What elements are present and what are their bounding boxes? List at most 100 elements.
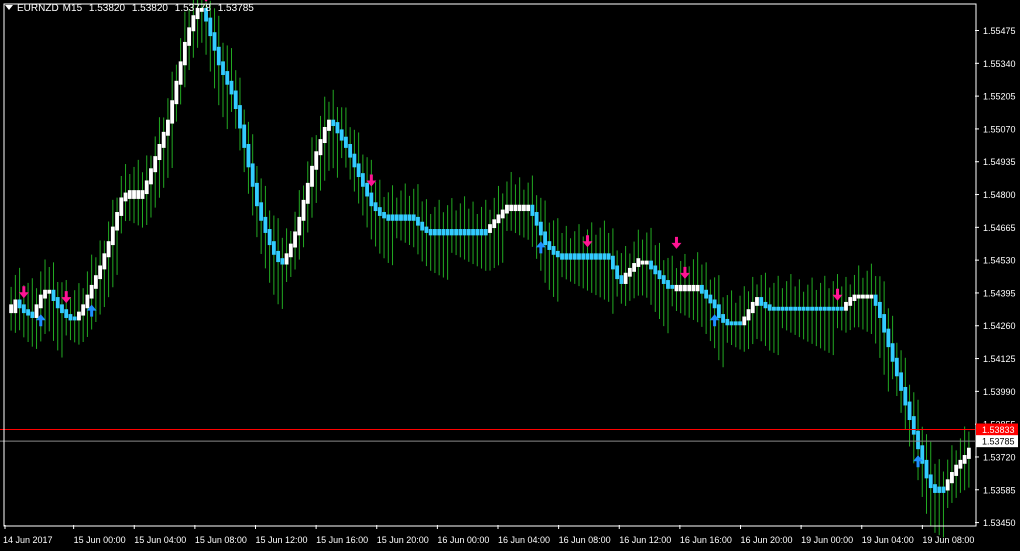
candle-body bbox=[382, 212, 386, 219]
candle-body bbox=[530, 204, 535, 216]
candle-body bbox=[445, 229, 450, 236]
candle-body bbox=[140, 190, 145, 199]
candle-body bbox=[437, 229, 442, 236]
candle-body bbox=[517, 204, 522, 212]
candle-body bbox=[814, 306, 819, 311]
candle-body bbox=[708, 294, 713, 304]
candle-body bbox=[509, 204, 514, 212]
ask-price-tag-label: 1.53833 bbox=[982, 425, 1015, 435]
price-tick-label: 1.54665 bbox=[983, 223, 1016, 233]
candle-body bbox=[288, 243, 293, 258]
candle-body bbox=[331, 119, 336, 127]
price-tick-label: 1.53990 bbox=[983, 387, 1016, 397]
candle-body bbox=[174, 80, 179, 105]
candle-body bbox=[818, 306, 823, 311]
candle-body bbox=[568, 253, 573, 260]
price-tags: 1.53833 1.53785 bbox=[976, 423, 1018, 448]
candle-body bbox=[716, 304, 721, 318]
candle-body bbox=[560, 253, 564, 260]
candle-body bbox=[187, 27, 192, 46]
candle-body bbox=[772, 306, 776, 311]
price-chart[interactable]: 1.55475 1.55340 1.55205 1.55070 1.54935 1.548… bbox=[0, 0, 1020, 551]
candle-body bbox=[657, 270, 662, 280]
candle-body bbox=[581, 253, 586, 260]
candle-body bbox=[636, 258, 641, 267]
candle-body bbox=[729, 321, 734, 326]
open-value: 1.53820 bbox=[88, 3, 126, 14]
candle-body bbox=[492, 219, 497, 229]
candle-body bbox=[327, 119, 331, 131]
candle-body bbox=[712, 299, 717, 309]
candle-body bbox=[835, 306, 840, 311]
candle-body bbox=[441, 229, 446, 236]
candle-body bbox=[30, 311, 35, 318]
candle-body bbox=[424, 226, 429, 233]
low-value: 1.53778 bbox=[174, 3, 211, 14]
price-tick-label: 1.55475 bbox=[983, 26, 1016, 36]
candle-body bbox=[161, 131, 166, 148]
candle-body bbox=[742, 316, 747, 326]
candle-body bbox=[365, 182, 370, 197]
candle-body bbox=[166, 119, 170, 136]
candle-body bbox=[454, 229, 459, 236]
candle-body bbox=[780, 306, 785, 311]
candle-body bbox=[513, 204, 518, 212]
time-tick-label: 16 Jun 08:00 bbox=[559, 535, 611, 545]
candle-body bbox=[962, 455, 967, 464]
candle-body bbox=[377, 207, 382, 216]
candle-body bbox=[788, 306, 793, 311]
candle-body bbox=[420, 221, 425, 231]
candle-body bbox=[68, 314, 73, 321]
candle-body bbox=[225, 71, 230, 85]
candle-body bbox=[822, 306, 827, 311]
candle-body bbox=[403, 214, 408, 221]
candle-body bbox=[276, 250, 281, 263]
candle-body bbox=[407, 214, 412, 221]
candle-body bbox=[954, 464, 959, 476]
candle-body bbox=[687, 284, 692, 292]
candle-body bbox=[733, 321, 738, 326]
candle-body bbox=[233, 90, 238, 109]
candle-body bbox=[263, 216, 268, 233]
candle-body bbox=[865, 294, 870, 299]
time-tick-label: 15 Jun 00:00 bbox=[74, 535, 126, 545]
candle-body bbox=[937, 486, 942, 493]
time-tick-label: 19 Jun 00:00 bbox=[801, 535, 853, 545]
time-tick-label: 16 Jun 12:00 bbox=[619, 535, 671, 545]
candle-body bbox=[653, 265, 658, 275]
symbol-label: EURNZD bbox=[17, 3, 59, 14]
time-tick-label: 16 Jun 04:00 bbox=[498, 535, 550, 545]
candle-body bbox=[538, 221, 543, 236]
candle-body bbox=[903, 386, 908, 406]
candle-body bbox=[47, 289, 52, 294]
candle-body bbox=[873, 294, 878, 306]
candle-body bbox=[505, 204, 509, 214]
candle-body bbox=[110, 226, 115, 246]
candle-body bbox=[598, 253, 603, 260]
time-tick-label: 15 Jun 16:00 bbox=[316, 535, 368, 545]
candle-body bbox=[852, 294, 857, 301]
candle-body bbox=[191, 15, 196, 32]
candle-body bbox=[691, 284, 696, 292]
candle-body bbox=[619, 275, 624, 284]
candle-body bbox=[293, 231, 297, 248]
candle-body bbox=[399, 214, 403, 221]
chart-window[interactable]: 1.55475 1.55340 1.55205 1.55070 1.54935 1.548… bbox=[0, 0, 1020, 551]
candle-body bbox=[98, 265, 103, 280]
candle-body bbox=[797, 306, 802, 311]
candle-body bbox=[72, 316, 77, 321]
candle-body bbox=[844, 301, 848, 311]
candle-body bbox=[132, 190, 136, 199]
time-tick-label: 15 Jun 20:00 bbox=[377, 535, 429, 545]
candle-body bbox=[534, 212, 539, 226]
candle-body bbox=[144, 180, 149, 195]
candle-body bbox=[416, 216, 420, 226]
candle-body bbox=[284, 253, 289, 265]
chevron-down-icon[interactable] bbox=[5, 5, 13, 10]
candle-body bbox=[479, 229, 484, 236]
candle-body bbox=[488, 224, 492, 233]
time-tick-label: 15 Jun 08:00 bbox=[195, 535, 247, 545]
candle-body bbox=[585, 253, 590, 260]
candle-body bbox=[725, 318, 730, 326]
time-tick-label: 14 Jun 2017 bbox=[3, 535, 53, 545]
